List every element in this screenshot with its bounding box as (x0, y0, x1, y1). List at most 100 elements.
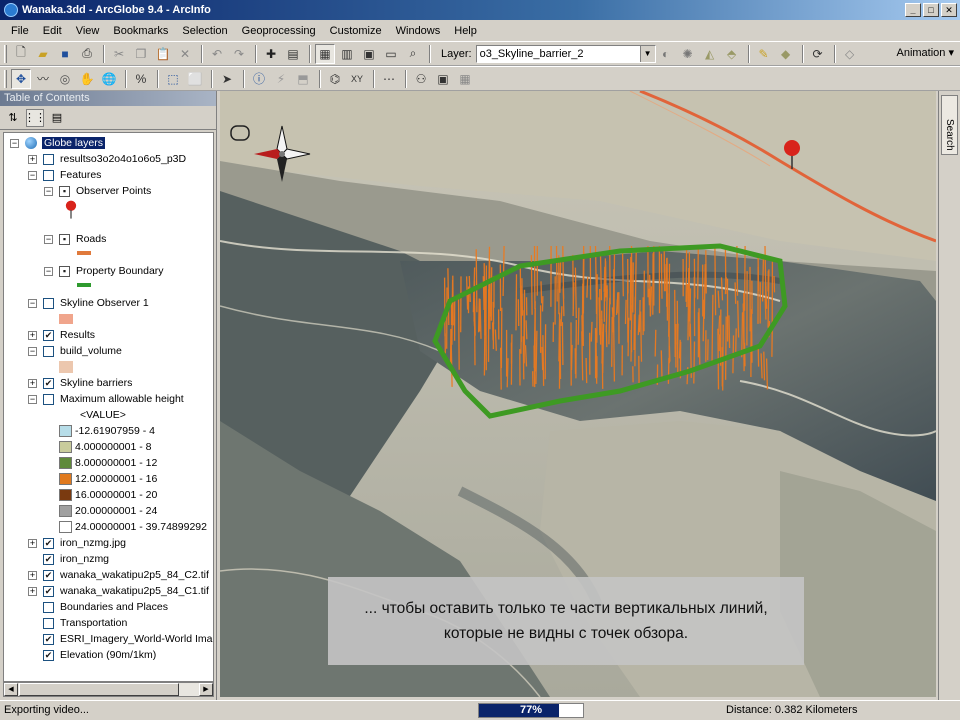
list-by-selection-icon[interactable]: ▤ (48, 109, 66, 127)
list-by-source-icon[interactable]: ⋮⋮ (24, 108, 46, 127)
layer-checkbox[interactable]: ✔ (43, 569, 54, 581)
layer-row[interactable]: − Skyline Observer 1 (28, 295, 149, 311)
search-tab[interactable]: Search (941, 95, 958, 155)
scroll-right-icon[interactable]: ▶ (199, 683, 213, 696)
layer-row[interactable]: Boundaries and Places (43, 599, 168, 615)
layer-row[interactable]: + ✔ Results (28, 327, 95, 343)
menu-customize[interactable]: Customize (323, 25, 389, 37)
minimize-button[interactable]: _ (905, 3, 921, 17)
layer-row[interactable]: Transportation (43, 615, 127, 631)
layer-row[interactable]: ✔ ESRI_Imagery_World-World Imag (43, 631, 213, 647)
undo-icon[interactable]: ↶ (207, 44, 227, 64)
close-button[interactable]: ✕ (941, 3, 957, 17)
refresh-icon[interactable]: ⟳ (808, 44, 828, 64)
hyperlink-icon[interactable]: ⚡ (271, 69, 291, 89)
layer-row[interactable]: + ✔ Skyline barriers (28, 375, 132, 391)
layer-row[interactable]: − ▪ Observer Points (44, 183, 151, 199)
menu-file[interactable]: File (4, 25, 36, 37)
maximize-button[interactable]: □ (923, 3, 939, 17)
layer-checkbox[interactable] (43, 393, 54, 405)
collapse-icon[interactable]: − (10, 138, 19, 148)
layer-checkbox[interactable]: ✔ (43, 649, 54, 661)
sun-icon[interactable]: ✺ (678, 44, 698, 64)
expand-icon[interactable]: + (28, 586, 37, 596)
measure-icon[interactable]: % (131, 69, 151, 89)
expand-icon[interactable]: + (28, 378, 37, 388)
search-window-icon[interactable]: ▣ (359, 44, 379, 64)
layer-checkbox[interactable]: ✔ (43, 329, 54, 341)
effects-icon[interactable]: ◆ (776, 44, 796, 64)
chevron-down-icon[interactable]: ▼ (639, 45, 655, 62)
pan-icon[interactable]: ✋ (77, 69, 97, 89)
cut-icon[interactable]: ✂ (109, 44, 129, 64)
layer-checkbox[interactable] (43, 617, 54, 629)
layer-swipe-icon[interactable]: ◭ (700, 44, 720, 64)
overview-icon[interactable]: ▦ (455, 69, 475, 89)
layer-row[interactable]: − build_volume (28, 343, 122, 359)
toc-horizontal-scrollbar[interactable]: ◀ ▶ (3, 682, 214, 697)
menu-geoprocessing[interactable]: Geoprocessing (235, 25, 323, 37)
print-icon[interactable]: ⎙ (77, 44, 97, 64)
layer-row[interactable]: + resultso3o2o4o1o6o5_p3D (28, 151, 186, 167)
draw-icon[interactable]: ✎ (754, 44, 774, 64)
collapse-icon[interactable]: − (44, 186, 53, 196)
collapse-icon[interactable]: − (28, 394, 37, 404)
fly-icon[interactable]: 〰 (33, 69, 53, 89)
observer-point-pin-icon[interactable] (784, 140, 800, 156)
menu-bookmarks[interactable]: Bookmarks (106, 25, 175, 37)
layer-row[interactable]: − Maximum allowable height (28, 391, 184, 407)
layer-row[interactable]: + ✔ wanaka_wakatipu2p5_84_C1.tif (28, 583, 209, 599)
collapse-icon[interactable]: − (28, 298, 37, 308)
expand-icon[interactable]: + (28, 538, 37, 548)
height-icon[interactable]: ⬘ (722, 44, 742, 64)
layer-row[interactable]: + ✔ iron_nzmg.jpg (28, 535, 126, 551)
list-by-drawing-order-icon[interactable]: ⇅ (4, 109, 22, 127)
layer-checkbox[interactable]: ✔ (43, 537, 54, 549)
layer-checkbox[interactable]: ✔ (43, 633, 54, 645)
layer-checkbox[interactable] (43, 297, 54, 309)
scroll-left-icon[interactable]: ◀ (4, 683, 18, 696)
layer-checkbox[interactable]: ▪ (59, 265, 70, 277)
layer-group-row[interactable]: − Features (28, 167, 101, 183)
layer-row[interactable]: ✔ Elevation (90m/1km) (43, 647, 156, 663)
binoculars-icon[interactable]: ⚇ (411, 69, 431, 89)
layer-checkbox[interactable]: ✔ (43, 377, 54, 389)
new-document-icon[interactable]: 🗋 (11, 44, 31, 64)
navigate-icon[interactable]: ✥ (11, 68, 31, 89)
layer-checkbox[interactable]: ▪ (59, 185, 70, 197)
delete-icon[interactable]: ✕ (175, 44, 195, 64)
layer-checkbox[interactable]: ▪ (59, 233, 70, 245)
globe-view[interactable]: ... чтобы оставить только те части верти… (220, 91, 936, 697)
menu-windows[interactable]: Windows (389, 25, 448, 37)
scroll-thumb[interactable] (19, 683, 179, 696)
collapse-icon[interactable]: − (44, 266, 53, 276)
identify-icon[interactable]: ⓘ (249, 69, 269, 89)
collapse-icon[interactable]: − (28, 170, 37, 180)
save-icon[interactable]: ■ (55, 44, 75, 64)
menu-selection[interactable]: Selection (175, 25, 234, 37)
shade-icon[interactable]: ◐ (656, 44, 676, 64)
collapse-icon[interactable]: − (44, 234, 53, 244)
whats-this-icon[interactable]: ⌕ (403, 44, 423, 64)
layer-checkbox[interactable] (43, 601, 54, 613)
layer-checkbox[interactable]: ✔ (43, 553, 54, 565)
animation-icon[interactable]: ◇ (840, 44, 860, 64)
paste-icon[interactable]: 📋 (153, 44, 173, 64)
toolbar-grip[interactable] (4, 69, 7, 88)
redo-icon[interactable]: ↷ (229, 44, 249, 64)
collapse-icon[interactable]: − (28, 346, 37, 356)
open-folder-icon[interactable]: ▰ (33, 44, 53, 64)
catalog-window-icon[interactable]: ▥ (337, 44, 357, 64)
go-to-xy-icon[interactable]: XY (347, 69, 367, 89)
menu-view[interactable]: View (69, 25, 107, 37)
full-extent-icon[interactable]: 🌐 (99, 69, 119, 89)
layer-row[interactable]: + ✔ wanaka_wakatipu2p5_84_C2.tif (28, 567, 209, 583)
globe-properties-icon[interactable]: ▤ (283, 44, 303, 64)
layer-row[interactable]: − ▪ Property Boundary (44, 263, 164, 279)
menu-edit[interactable]: Edit (36, 25, 69, 37)
select-elements-icon[interactable]: ➤ (217, 69, 237, 89)
find-icon[interactable]: ⌬ (325, 69, 345, 89)
add-data-icon[interactable]: ✚ (261, 44, 281, 64)
layer-checkbox[interactable] (43, 169, 54, 181)
expand-icon[interactable]: + (28, 154, 37, 164)
